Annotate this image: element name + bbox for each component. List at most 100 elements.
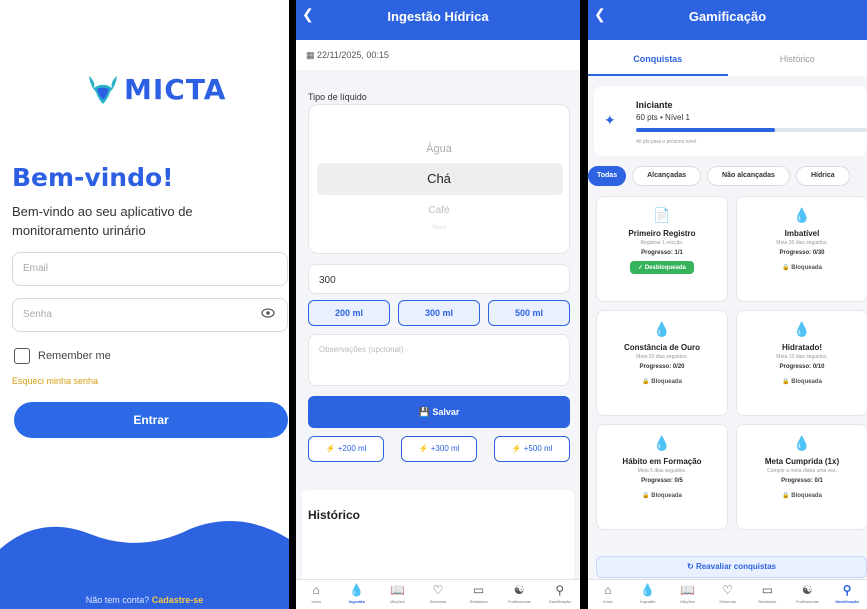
- nav-gamification[interactable]: ⚲ Gamificação: [827, 580, 867, 609]
- quick-200-button[interactable]: 200 ml: [308, 300, 390, 326]
- hydration-title: Ingestão Hídrica: [387, 9, 489, 24]
- chart-icon: ▭: [472, 583, 485, 597]
- chart-icon: ▭: [761, 583, 774, 597]
- heart-icon: ♡: [432, 583, 444, 597]
- save-icon: 💾: [418, 407, 433, 417]
- achievement-name: Hidratado!: [782, 343, 822, 352]
- app-logo: MICTA: [86, 72, 226, 106]
- lock-icon: 🔒: [642, 493, 652, 499]
- signup-link[interactable]: Cadastre-se: [152, 595, 204, 605]
- add-200-button[interactable]: ⚡ +200 ml: [308, 436, 384, 462]
- achievement-card[interactable]: 💧 Imbatível Meta 30 dias seguidos. Progress…: [736, 196, 867, 302]
- nav-gamification[interactable]: ⚲ Gamificação: [539, 580, 580, 609]
- filter-not-reached[interactable]: Não alcançadas: [707, 166, 790, 186]
- email-field[interactable]: Email: [12, 252, 288, 286]
- nav-symptoms[interactable]: ♡ Sintomas: [708, 580, 748, 609]
- nav-symptoms[interactable]: ♡ Sintomas: [418, 580, 459, 609]
- refresh-icon: ↻: [687, 562, 696, 571]
- notes-input[interactable]: Observações (opcional): [308, 334, 570, 386]
- password-field[interactable]: Senha: [12, 298, 288, 332]
- achievement-desc: Meta 30 dias seguidos.: [776, 240, 828, 246]
- drop-icon: 💧: [640, 583, 656, 597]
- filter-hydric[interactable]: Hídrica: [795, 166, 850, 186]
- achievement-card[interactable]: 📄 Primeiro Registro Registrar 1 micção. Pro…: [596, 196, 728, 302]
- welcome-title: Bem-vindo!: [12, 163, 174, 192]
- achievement-status: Bloqueada: [791, 493, 822, 499]
- achievement-name: Imbatível: [784, 229, 820, 238]
- nav-intake[interactable]: 💧 Ingestão: [337, 580, 378, 609]
- add-500-label: +500 ml: [523, 444, 553, 453]
- tab-achievements[interactable]: Conquistas: [588, 40, 728, 76]
- remember-me-row[interactable]: Remember me: [14, 348, 111, 364]
- drop-icon: 💧: [653, 435, 671, 451]
- achievement-progress: Progresso: 0/10: [779, 364, 825, 370]
- nav-label: Relatórios: [758, 599, 777, 604]
- achievement-card[interactable]: 💧 Constância de Ouro Meta 20 dias seguidos…: [596, 310, 728, 416]
- nav-professionals[interactable]: ☯ Profissionais: [787, 580, 827, 609]
- achievement-status-badge: 🔒 Bloqueada: [774, 375, 830, 388]
- achievement-desc: Meta 10 dias seguidos.: [776, 354, 828, 360]
- reevaluate-button[interactable]: ↻ Reavaliar conquistas: [596, 556, 867, 578]
- nav-reports[interactable]: ▭ Relatórios: [747, 580, 787, 609]
- achievement-status: Desbloqueada: [644, 265, 686, 271]
- achievement-card[interactable]: 💧 Hábito em Formação Meta 5 dias seguidos.…: [596, 424, 728, 530]
- add-500-button[interactable]: ⚡ +500 ml: [494, 436, 570, 462]
- password-placeholder: Senha: [23, 309, 52, 320]
- nav-label: Relatórios: [469, 599, 488, 604]
- liquid-picker[interactable]: Água Chá Café Suco: [308, 104, 570, 254]
- volume-input[interactable]: 300: [308, 264, 570, 294]
- hydration-header: ❮ Ingestão Hídrica: [296, 0, 580, 40]
- nav-voids[interactable]: 📖 Micções: [668, 580, 708, 609]
- datetime-field[interactable]: ▦ 22/11/2025, 00:15: [296, 40, 580, 70]
- eye-icon[interactable]: [261, 308, 275, 321]
- level-next-text: 40 pts para o próximo nível: [636, 139, 697, 145]
- add-300-button[interactable]: ⚡ +300 ml: [401, 436, 477, 462]
- picker-option[interactable]: Café: [309, 205, 569, 216]
- nav-label: Sintomas: [719, 599, 736, 604]
- save-button[interactable]: 💾 Salvar: [308, 396, 570, 428]
- nav-intake[interactable]: 💧 Ingestão: [628, 580, 668, 609]
- quick-300-button[interactable]: 300 ml: [398, 300, 480, 326]
- enter-button[interactable]: Entrar: [14, 402, 288, 438]
- seal-icon: ✦: [604, 112, 616, 128]
- quick-500-button[interactable]: 500 ml: [488, 300, 570, 326]
- history-title: Histórico: [308, 508, 361, 522]
- achievement-status-badge: 🔒 Bloqueada: [774, 261, 830, 274]
- nav-home[interactable]: ⌂ Início: [588, 580, 628, 609]
- nav-reports[interactable]: ▭ Relatórios: [458, 580, 499, 609]
- reevaluate-label: Reavaliar conquistas: [695, 562, 776, 571]
- heart-icon: ♡: [722, 583, 733, 597]
- lock-icon: 🔒: [642, 379, 652, 385]
- nav-label: Profissionais: [507, 599, 531, 604]
- nav-professionals[interactable]: ☯ Profissionais: [499, 580, 540, 609]
- save-label: Salvar: [432, 407, 460, 417]
- add-300-label: +300 ml: [430, 444, 460, 453]
- picker-option[interactable]: Água: [309, 143, 569, 155]
- drop-icon: 💧: [653, 321, 671, 337]
- drop-icon: 💧: [793, 321, 811, 337]
- achievement-card[interactable]: 💧 Hidratado! Meta 10 dias seguidos. Progres…: [736, 310, 867, 416]
- level-points: 60 pts • Nível 1: [636, 113, 690, 122]
- achievement-card[interactable]: 💧 Meta Cumprida (1x) Cumprir a meta diária…: [736, 424, 867, 530]
- nav-voids[interactable]: 📖 Micções: [377, 580, 418, 609]
- home-icon: ⌂: [604, 583, 612, 597]
- gamification-header: ❮ Gamificação: [588, 0, 867, 40]
- signup-text: Não tem conta?: [85, 595, 150, 605]
- nav-home[interactable]: ⌂ Início: [296, 580, 337, 609]
- drop-icon: 💧: [349, 583, 365, 597]
- achievement-status: Bloqueada: [791, 265, 822, 271]
- people-icon: ☯: [513, 583, 525, 597]
- achievement-status: Bloqueada: [791, 379, 822, 385]
- picker-option-selected[interactable]: Chá: [309, 171, 569, 186]
- filter-all[interactable]: Todas: [588, 166, 627, 186]
- nav-label: Profissionais: [795, 599, 819, 604]
- filter-reached[interactable]: Alcançadas: [632, 166, 702, 186]
- trophy-icon: ⚲: [555, 583, 565, 597]
- remember-checkbox[interactable]: [14, 348, 30, 364]
- lock-icon: 🔒: [782, 265, 792, 271]
- drop-icon: 💧: [793, 435, 811, 451]
- bottom-nav: ⌂ Início 💧 Ingestão 📖 Micções ♡ Sintomas ▭ Re…: [588, 579, 867, 609]
- tab-history[interactable]: Histórico: [728, 40, 867, 76]
- picker-option[interactable]: Suco: [309, 225, 569, 231]
- forgot-password-link[interactable]: Esqueci minha senha: [12, 376, 98, 386]
